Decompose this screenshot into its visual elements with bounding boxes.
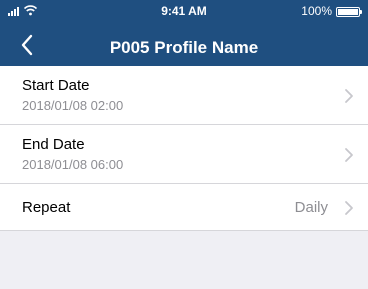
chevron-right-icon bbox=[345, 148, 353, 162]
start-date-value: 2018/01/08 02:00 bbox=[22, 98, 124, 113]
repeat-row[interactable]: Repeat Daily bbox=[0, 184, 368, 231]
start-date-label: Start Date bbox=[22, 77, 90, 94]
end-date-label: End Date bbox=[22, 136, 85, 153]
start-date-row[interactable]: Start Date 2018/01/08 02:00 bbox=[0, 66, 368, 125]
page-title: P005 Profile Name bbox=[109, 38, 259, 57]
settings-list: Start Date 2018/01/08 02:00 End Date 201… bbox=[0, 66, 368, 231]
end-date-row[interactable]: End Date 2018/01/08 06:00 bbox=[0, 125, 368, 184]
status-bar: 9:41 AM 100% bbox=[0, 0, 368, 22]
chevron-right-icon bbox=[345, 89, 353, 103]
end-date-value: 2018/01/08 06:00 bbox=[22, 157, 124, 172]
battery-percentage: 100% bbox=[301, 4, 332, 18]
header-bar: 9:41 AM 100% P005 Profile Name bbox=[0, 0, 368, 66]
navigation-bar: P005 Profile Name bbox=[0, 28, 368, 66]
battery-icon bbox=[336, 7, 362, 17]
chevron-right-icon bbox=[345, 201, 353, 215]
repeat-label: Repeat bbox=[22, 199, 71, 216]
repeat-value: Daily bbox=[294, 199, 328, 216]
